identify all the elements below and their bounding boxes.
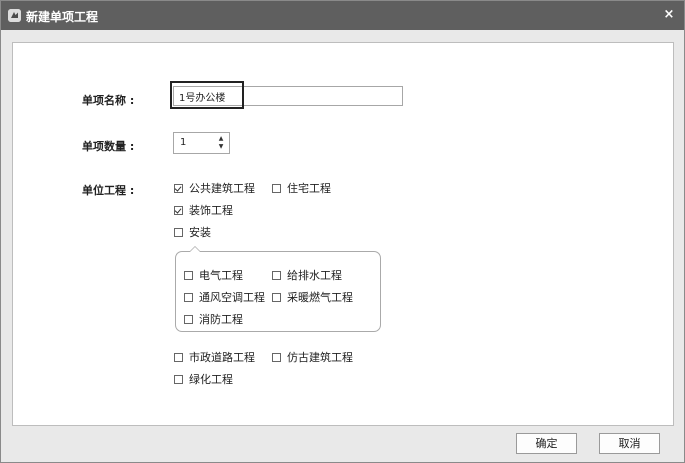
checkbox-box[interactable] [272, 183, 281, 193]
close-icon[interactable]: × [662, 7, 676, 23]
checkbox-label: 通风空调工程 [199, 291, 265, 304]
checkbox-label: 给排水工程 [287, 269, 342, 282]
checkbox-label: 绿化工程 [189, 373, 233, 386]
checkbox-box[interactable] [184, 270, 193, 280]
checkbox-installation[interactable]: 安装 [174, 224, 211, 240]
checkbox-box[interactable] [272, 292, 281, 302]
checkbox-residential[interactable]: 住宅工程 [272, 180, 331, 196]
checkbox-box[interactable] [184, 292, 193, 302]
checkbox-box[interactable] [272, 352, 281, 362]
checkbox-label: 采暖燃气工程 [287, 291, 353, 304]
checkbox-label: 仿古建筑工程 [287, 351, 353, 364]
checkbox-heating-gas[interactable]: 采暖燃气工程 [272, 289, 353, 305]
quantity-label: 单项数量 : [82, 140, 135, 153]
quantity-stepper[interactable]: 1 ▲ ▼ [173, 132, 230, 154]
ok-button[interactable]: 确定 [516, 433, 577, 454]
form-panel: 单项名称 : 单项数量 : 1 ▲ ▼ 单位工程 : 公共建筑工程 住宅工程 装… [12, 42, 674, 426]
checkbox-box[interactable] [174, 227, 183, 237]
new-single-project-dialog: 新建单项工程 × 单项名称 : 单项数量 : 1 ▲ ▼ 单位工程 : 公共建筑… [0, 0, 685, 463]
checkbox-box[interactable] [174, 352, 183, 362]
triangle-up-icon[interactable]: ▲ [217, 135, 225, 143]
panel-pointer [189, 246, 201, 252]
app-logo-icon [8, 9, 21, 22]
checkbox-label: 装饰工程 [189, 204, 233, 217]
checkbox-label: 消防工程 [199, 313, 243, 326]
checkbox-label: 安装 [189, 226, 211, 239]
checkbox-municipal-road[interactable]: 市政道路工程 [174, 349, 255, 365]
checkbox-plumbing[interactable]: 给排水工程 [272, 267, 342, 283]
quantity-value: 1 [180, 137, 187, 148]
checkbox-electrical[interactable]: 电气工程 [184, 267, 243, 283]
checkbox-box[interactable] [174, 205, 183, 215]
checkbox-greening[interactable]: 绿化工程 [174, 371, 233, 387]
checkbox-box[interactable] [184, 314, 193, 324]
unit-label: 单位工程 : [82, 184, 135, 197]
checkbox-fire[interactable]: 消防工程 [184, 311, 243, 327]
installation-subtypes-panel: 电气工程 给排水工程 通风空调工程 采暖燃气工程 消防工程 [175, 246, 381, 332]
checkbox-antique-building[interactable]: 仿古建筑工程 [272, 349, 353, 365]
dialog-title: 新建单项工程 [26, 10, 99, 24]
checkbox-decoration[interactable]: 装饰工程 [174, 202, 233, 218]
project-name-input[interactable] [173, 86, 403, 106]
checkbox-label: 住宅工程 [287, 182, 331, 195]
cancel-button[interactable]: 取消 [599, 433, 660, 454]
checkbox-label: 公共建筑工程 [189, 182, 255, 195]
checkbox-box[interactable] [174, 183, 183, 193]
title-bar[interactable]: 新建单项工程 × [1, 1, 684, 30]
checkbox-hvac[interactable]: 通风空调工程 [184, 289, 265, 305]
checkbox-label: 市政道路工程 [189, 351, 255, 364]
checkbox-public-building[interactable]: 公共建筑工程 [174, 180, 255, 196]
checkbox-box[interactable] [174, 374, 183, 384]
triangle-down-icon[interactable]: ▼ [217, 143, 225, 151]
name-label: 单项名称 : [82, 94, 135, 107]
checkbox-label: 电气工程 [199, 269, 243, 282]
checkbox-box[interactable] [272, 270, 281, 280]
